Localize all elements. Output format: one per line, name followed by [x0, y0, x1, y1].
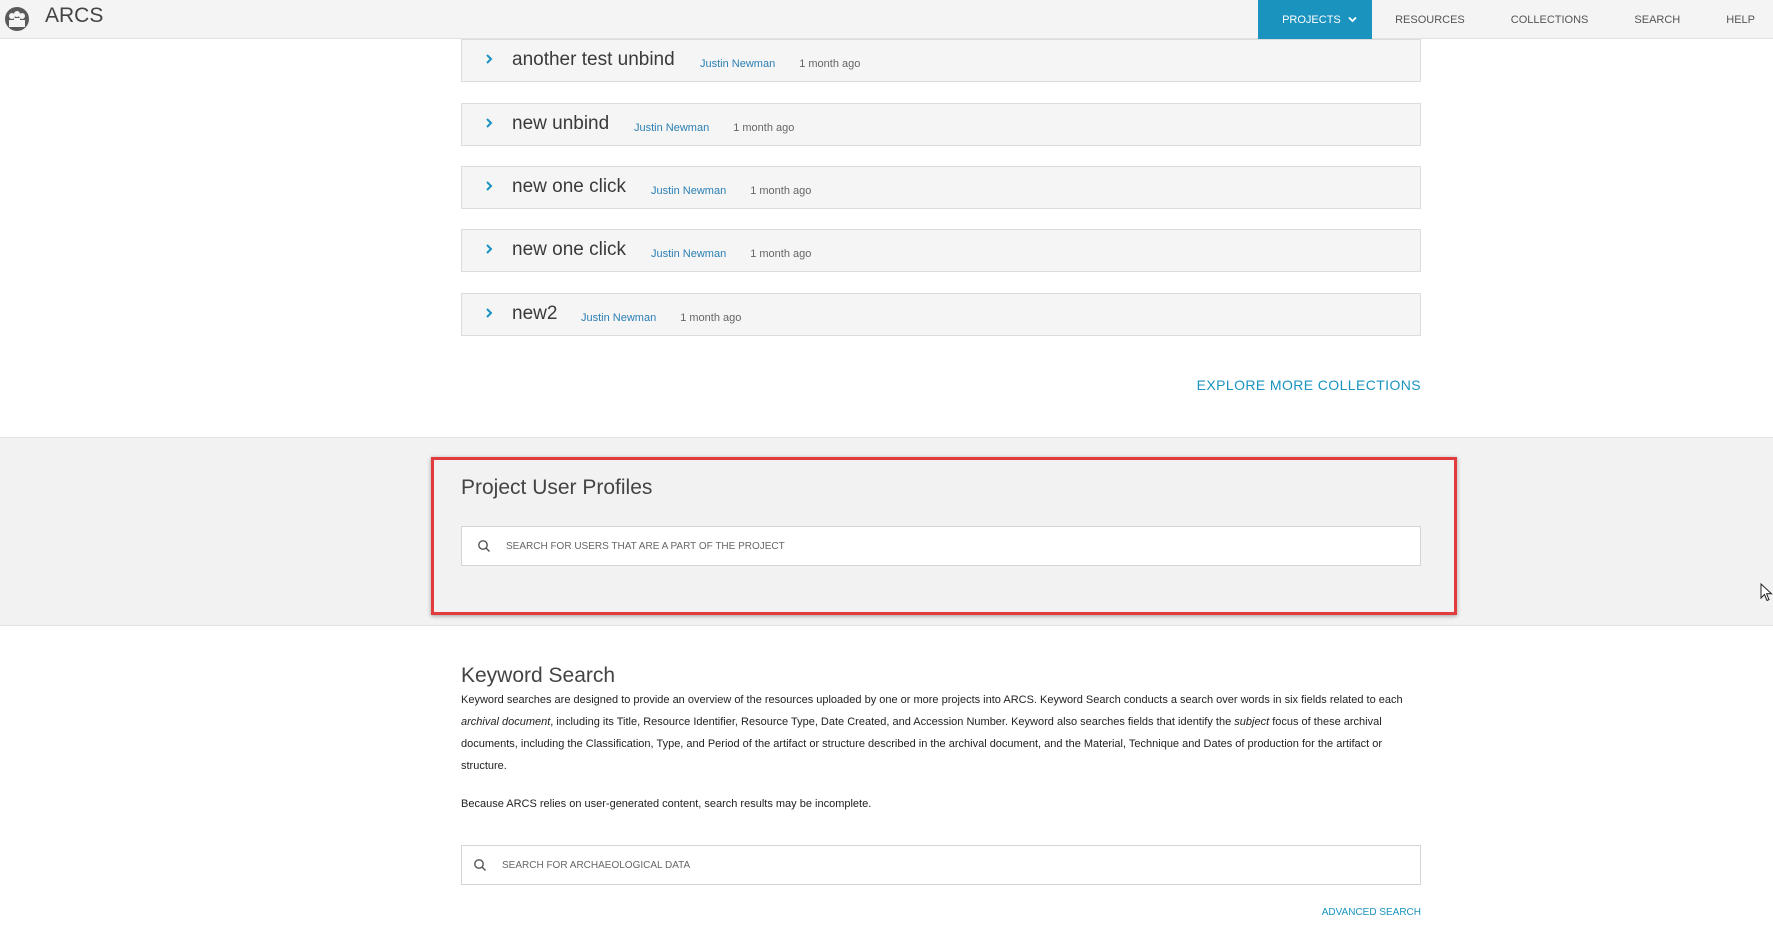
explore-more-collections-link[interactable]: EXPLORE MORE COLLECTIONS: [1100, 377, 1421, 393]
chevron-right-icon[interactable]: [482, 179, 496, 193]
collection-meta: Justin Newman 1 month ago: [700, 58, 860, 70]
collection-date: 1 month ago: [680, 312, 742, 324]
collection-author[interactable]: Justin Newman: [651, 248, 726, 260]
collection-row[interactable]: new one click Justin Newman 1 month ago: [461, 229, 1421, 272]
collection-meta: Justin Newman 1 month ago: [581, 312, 741, 324]
chevron-right-icon[interactable]: [482, 116, 496, 130]
user-search-input[interactable]: [506, 527, 1406, 565]
main-nav: PROJECTS RESOURCES COLLECTIONS SEARCH HE…: [1258, 0, 1773, 39]
collection-date: 1 month ago: [750, 185, 812, 197]
keyword-search-box[interactable]: [461, 845, 1421, 885]
mouse-cursor-icon: [1760, 583, 1773, 602]
collection-meta: Justin Newman 1 month ago: [634, 122, 794, 134]
arcs-logo-icon[interactable]: [4, 6, 30, 32]
keyword-disclaimer: Because ARCS relies on user-generated co…: [461, 798, 872, 810]
nav-search[interactable]: SEARCH: [1611, 0, 1703, 39]
collection-row[interactable]: new unbind Justin Newman 1 month ago: [461, 103, 1421, 146]
nav-help[interactable]: HELP: [1703, 0, 1773, 39]
collection-meta: Justin Newman 1 month ago: [651, 185, 811, 197]
keyword-search-title: Keyword Search: [461, 664, 616, 687]
keyword-description-part: , including its Title, Resource Identifi…: [550, 716, 1235, 728]
collection-row[interactable]: new2 Justin Newman 1 month ago: [461, 293, 1421, 336]
top-navbar: ARCS PROJECTS RESOURCES COLLECTIONS SEAR…: [0, 0, 1773, 39]
collection-author[interactable]: Justin Newman: [651, 185, 726, 197]
collection-title[interactable]: new one click: [512, 176, 626, 198]
nav-projects[interactable]: PROJECTS: [1258, 0, 1373, 39]
collection-meta: Justin Newman 1 month ago: [651, 248, 811, 260]
collection-author[interactable]: Justin Newman: [700, 58, 775, 70]
keyword-description-emphasis: subject: [1234, 716, 1270, 728]
advanced-search-link[interactable]: ADVANCED SEARCH: [1280, 907, 1421, 918]
keyword-description-part: Keyword searches are designed to provide…: [461, 694, 1403, 706]
collection-date: 1 month ago: [750, 248, 812, 260]
collection-title[interactable]: new one click: [512, 239, 626, 261]
collection-row[interactable]: new one click Justin Newman 1 month ago: [461, 166, 1421, 209]
collection-date: 1 month ago: [733, 122, 795, 134]
collection-date: 1 month ago: [799, 58, 861, 70]
collection-title[interactable]: another test unbind: [512, 49, 675, 71]
search-icon: [474, 859, 487, 872]
keyword-search-input[interactable]: [502, 846, 1402, 884]
keyword-description: Keyword searches are designed to provide…: [461, 689, 1423, 777]
nav-projects-label: PROJECTS: [1282, 13, 1341, 26]
app-title[interactable]: ARCS: [45, 4, 103, 28]
collection-title[interactable]: new unbind: [512, 113, 609, 135]
search-icon: [478, 540, 491, 553]
nav-resources[interactable]: RESOURCES: [1372, 0, 1488, 39]
nav-collections[interactable]: COLLECTIONS: [1488, 0, 1612, 39]
chevron-right-icon[interactable]: [482, 242, 496, 256]
chevron-right-icon[interactable]: [482, 306, 496, 320]
user-search-box[interactable]: [461, 526, 1421, 566]
collection-author[interactable]: Justin Newman: [581, 312, 656, 324]
chevron-right-icon[interactable]: [482, 52, 496, 66]
collection-row[interactable]: another test unbind Justin Newman 1 month…: [461, 39, 1421, 82]
collection-title[interactable]: new2: [512, 303, 557, 325]
collection-author[interactable]: Justin Newman: [634, 122, 709, 134]
profiles-title: Project User Profiles: [461, 476, 653, 499]
chevron-down-icon: [1348, 16, 1357, 23]
keyword-description-emphasis: archival document: [461, 716, 551, 728]
